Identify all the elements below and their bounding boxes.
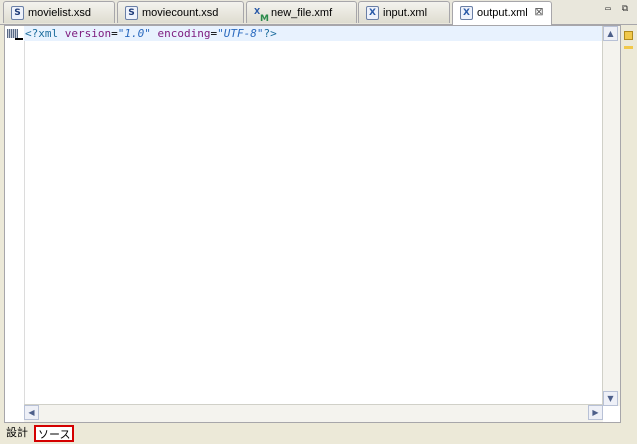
tab-label: input.xml (383, 7, 428, 19)
editor-tab-bar: S movielist.xsd S moviecount.xsd X M new… (0, 0, 637, 25)
tab-input-xml[interactable]: X input.xml (358, 1, 450, 23)
annotation-marker-icon[interactable] (624, 46, 633, 49)
attr-encoding: encoding (157, 27, 211, 40)
caret-indicator (15, 38, 23, 40)
maximize-icon[interactable]: ⧉ (618, 3, 632, 15)
tab-label: new_file.xmf (271, 7, 333, 19)
tab-new-file-xmf[interactable]: X M new_file.xmf (246, 1, 357, 24)
source-editor[interactable]: <?xml version="1.0" encoding="UTF-8"?> ▲… (4, 25, 621, 423)
code-line-1[interactable]: <?xml version="1.0" encoding="UTF-8"?> (25, 27, 277, 40)
horizontal-scrollbar[interactable]: ◀ ▶ (24, 404, 603, 422)
minimize-icon[interactable]: ▭ (601, 3, 615, 15)
scroll-up-icon[interactable]: ▲ (603, 26, 618, 41)
xmf-file-icon: X M (254, 6, 272, 24)
xsd-file-icon: S (125, 6, 138, 20)
line-ruler (5, 26, 25, 406)
xsd-file-icon: S (11, 6, 24, 20)
tab-source[interactable]: ソース (34, 425, 75, 442)
current-line-marker-icon (7, 29, 18, 38)
pi-close: ?> (263, 27, 277, 40)
attr-equals: = (111, 27, 118, 40)
close-tab-icon[interactable]: ⊠ (533, 6, 545, 18)
warning-marker-icon[interactable] (624, 31, 633, 40)
scroll-right-icon[interactable]: ▶ (588, 405, 603, 420)
tab-movielist-xsd[interactable]: S movielist.xsd (3, 1, 115, 23)
pi-target: xml (38, 27, 59, 40)
overview-ruler (621, 25, 637, 423)
editor-page-tabs: 設計 ソース (0, 423, 637, 444)
pi-open: <? (25, 27, 39, 40)
tab-label: movielist.xsd (28, 7, 91, 19)
attr-encoding-value: "UTF-8" (217, 27, 264, 40)
scroll-down-icon[interactable]: ▼ (603, 391, 618, 406)
tab-moviecount-xsd[interactable]: S moviecount.xsd (117, 1, 244, 23)
xml-file-icon: X (366, 6, 379, 20)
tab-design[interactable]: 設計 (4, 425, 30, 442)
vertical-scrollbar[interactable]: ▲ ▼ (602, 26, 620, 406)
tab-label: output.xml (477, 7, 528, 19)
attr-version: version (64, 27, 112, 40)
tab-output-xml[interactable]: X output.xml ⊠ (452, 1, 552, 25)
xml-file-icon: X (460, 6, 473, 20)
scroll-left-icon[interactable]: ◀ (24, 405, 39, 420)
attr-version-value: "1.0" (117, 27, 151, 40)
tab-label: moviecount.xsd (142, 7, 219, 19)
svg-text:M: M (260, 14, 269, 22)
